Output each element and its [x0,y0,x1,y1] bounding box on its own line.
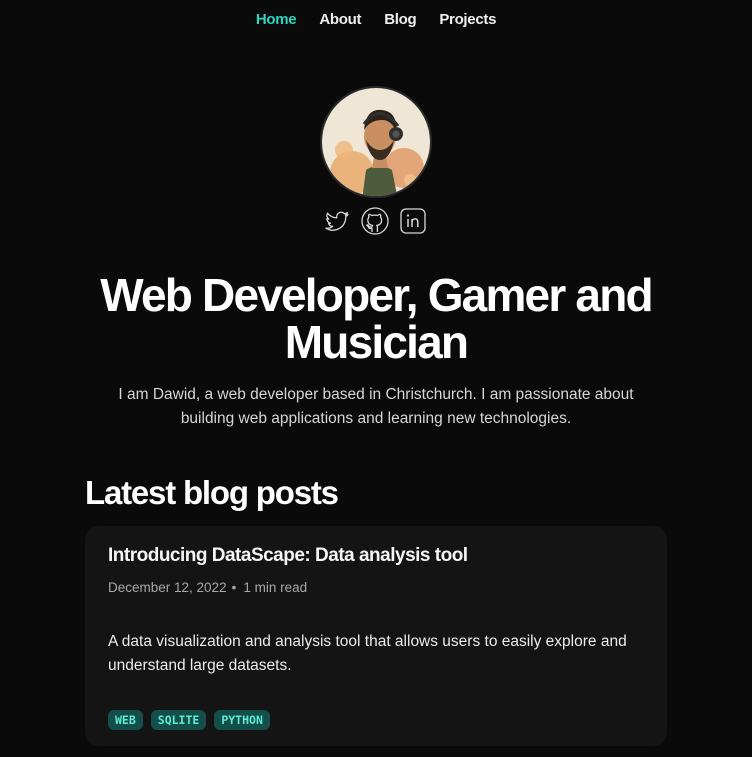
blog-post-card[interactable]: Introducing DataScape: Data analysis too… [85,526,667,746]
twitter-link[interactable] [322,206,352,236]
tag-python[interactable]: PYTHON [214,710,270,730]
blog-section-title: Latest blog posts [85,474,339,511]
blog-post-title[interactable]: Introducing DataScape: Data analysis too… [108,545,468,567]
avatar [320,86,432,198]
nav-projects-link[interactable]: Projects [439,11,496,28]
post-tags: WEB SQLITE PYTHON [108,710,270,730]
nav-about-link[interactable]: About [319,11,361,28]
social-links [322,206,428,236]
github-link[interactable] [360,206,390,236]
blog-post-meta: December 12, 2022 • 1 min read [108,580,307,595]
post-date: December 12, 2022 [108,580,227,595]
nav-home-link[interactable]: Home [256,11,297,28]
linkedin-icon [400,208,426,234]
tag-sqlite[interactable]: SQLITE [150,710,207,730]
nav-blog-link[interactable]: Blog [384,11,416,28]
top-nav: Home About Blog Projects [0,0,752,38]
meta-separator: • [231,580,237,595]
github-icon [361,207,389,235]
post-read-time: 1 min read [243,580,308,595]
twitter-icon [325,211,349,231]
blog-post-description: A data visualization and analysis tool t… [108,633,627,674]
hero-description: I am Dawid, a web developer based in Chr… [118,386,634,427]
page-title: Web Developer, Gamer and Musician [100,269,653,368]
linkedin-link[interactable] [398,206,428,236]
avatar-illustration [322,88,430,196]
tag-web[interactable]: WEB [108,710,143,730]
